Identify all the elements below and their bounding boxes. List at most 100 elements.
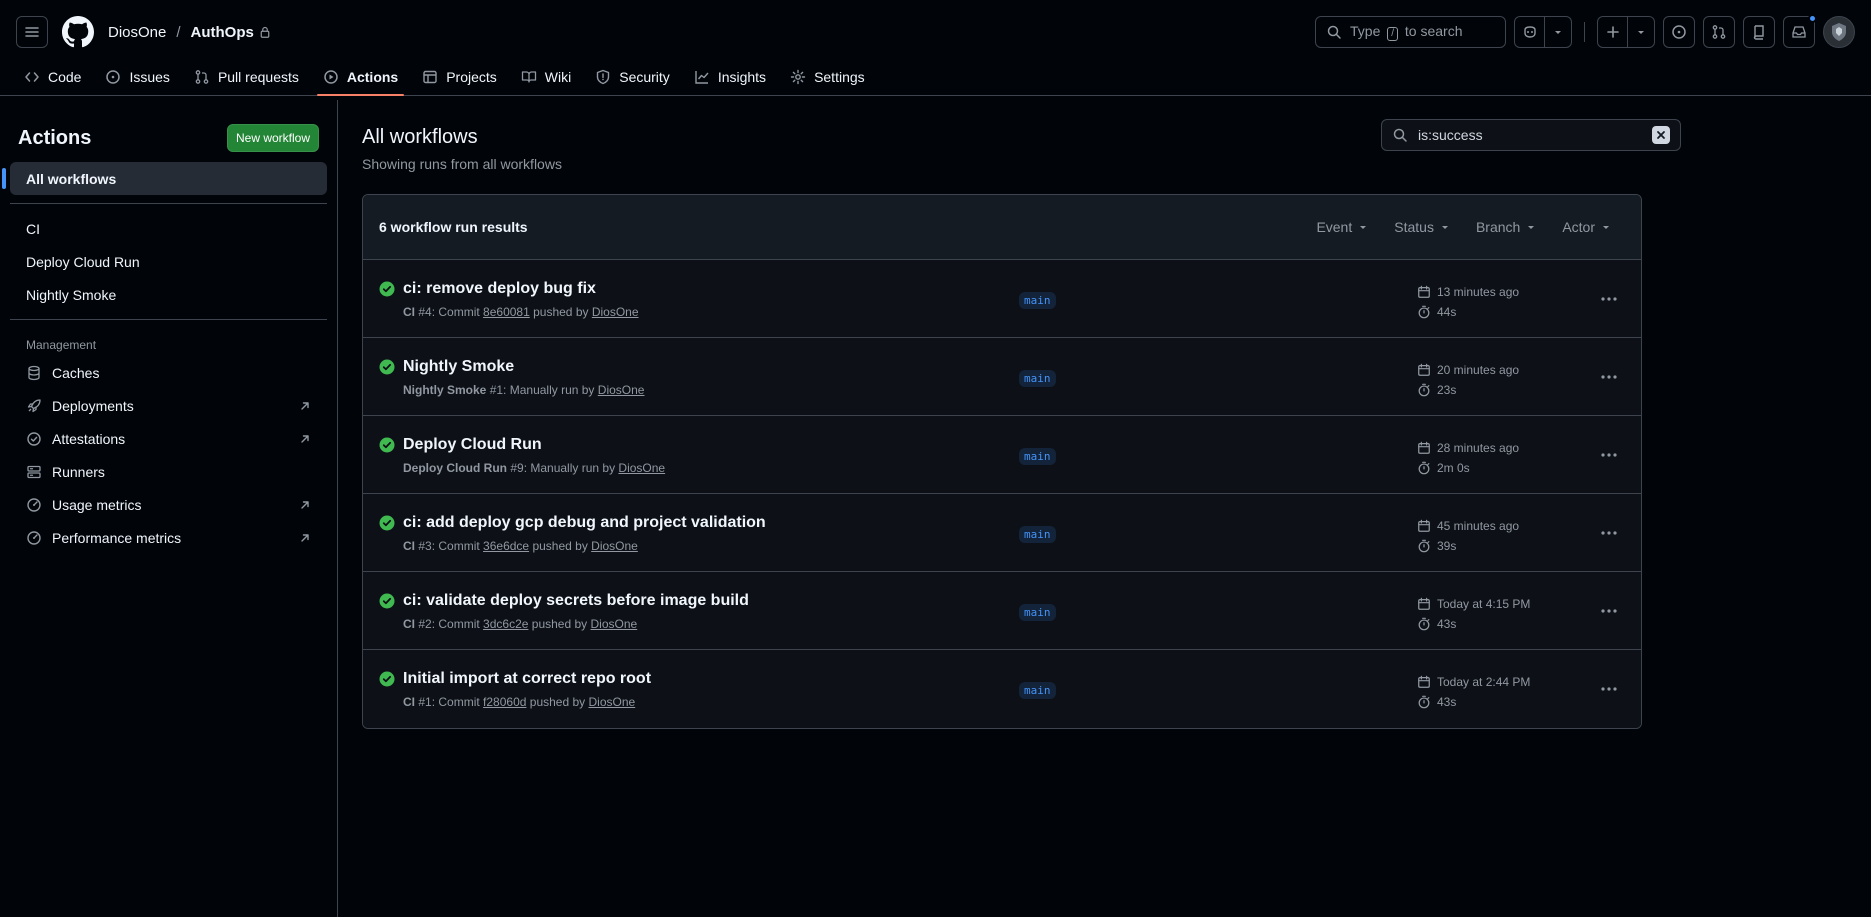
create-new-menu[interactable]	[1597, 16, 1655, 48]
actor-link[interactable]: DiosOne	[591, 617, 638, 631]
actor-link[interactable]: DiosOne	[589, 695, 636, 709]
tab-label: Insights	[717, 69, 767, 85]
inbox-button[interactable]	[1783, 14, 1817, 48]
sidebar-item-usage-metrics[interactable]: Usage metrics	[10, 488, 327, 521]
workflow-run-row[interactable]: Deploy Cloud Run Deploy Cloud Run #9: Man…	[363, 416, 1641, 494]
tab-security[interactable]: Security	[595, 59, 680, 95]
menu-button[interactable]	[16, 16, 48, 48]
breadcrumb: DiosOne / AuthOps	[108, 24, 271, 41]
play-icon	[323, 69, 339, 85]
sidebar-item-label: Deployments	[52, 397, 134, 414]
sidebar-item-deploy-cloud-run[interactable]: Deploy Cloud Run	[10, 245, 327, 278]
filter-actor-dropdown[interactable]: Actor	[1562, 219, 1611, 235]
filter-event-dropdown[interactable]: Event	[1316, 219, 1368, 235]
sidebar-item-label: Nightly Smoke	[26, 286, 117, 303]
filter-workflow-runs-input[interactable]: is:success	[1381, 119, 1681, 151]
run-title-link[interactable]: Nightly Smoke	[403, 358, 644, 376]
actor-link[interactable]: DiosOne	[618, 461, 665, 475]
sidebar-item-deployments[interactable]: Deployments	[10, 389, 327, 422]
branch-label[interactable]: main	[1019, 526, 1056, 543]
run-meta: CI #3: Commit 36e6dce pushed by DiosOne	[403, 539, 766, 553]
branch-label[interactable]: main	[1019, 604, 1056, 621]
create-new-dropdown[interactable]	[1628, 17, 1654, 47]
sidebar-item-attestations[interactable]: Attestations	[10, 422, 327, 455]
tab-issues[interactable]: Issues	[105, 59, 179, 95]
commit-sha-link[interactable]: 8e60081	[483, 305, 530, 319]
repositories-button[interactable]	[1743, 16, 1775, 48]
workflow-run-row[interactable]: ci: remove deploy bug fix CI #4: Commit 8…	[363, 260, 1641, 338]
sidebar-item-performance-metrics[interactable]: Performance metrics	[10, 521, 327, 554]
kebab-horizontal-icon	[1600, 608, 1618, 614]
copilot-dropdown[interactable]	[1545, 17, 1571, 47]
search-icon	[1326, 24, 1342, 40]
create-new-button[interactable]	[1598, 17, 1628, 47]
run-title-link[interactable]: ci: remove deploy bug fix	[403, 280, 639, 298]
run-actions-menu-button[interactable]	[1595, 366, 1623, 388]
tab-pull-requests[interactable]: Pull requests	[194, 59, 309, 95]
github-logo-icon[interactable]	[62, 16, 94, 48]
avatar[interactable]	[1823, 16, 1855, 48]
sidebar-item-ci[interactable]: CI	[10, 212, 327, 245]
success-check-icon	[379, 281, 395, 297]
sidebar-title: Actions	[18, 126, 92, 149]
tab-wiki[interactable]: Wiki	[521, 59, 581, 95]
owner-link[interactable]: DiosOne	[108, 24, 166, 41]
sidebar-item-nightly-smoke[interactable]: Nightly Smoke	[10, 278, 327, 311]
copilot-icon	[1522, 24, 1538, 40]
sidebar-item-runners[interactable]: Runners	[10, 455, 327, 488]
tab-settings[interactable]: Settings	[790, 59, 875, 95]
clear-filter-button[interactable]	[1652, 126, 1670, 144]
commit-sha-link[interactable]: 36e6dce	[483, 539, 529, 553]
copilot-button[interactable]	[1515, 17, 1545, 47]
global-header: DiosOne / AuthOps Type / to search	[0, 0, 1871, 64]
run-meta: Deploy Cloud Run #9: Manually run by Dio…	[403, 461, 665, 475]
actor-link[interactable]: DiosOne	[598, 383, 645, 397]
success-check-icon	[379, 359, 395, 375]
global-search[interactable]: Type / to search	[1315, 16, 1506, 48]
commit-sha-link[interactable]: 3dc6c2e	[483, 617, 528, 631]
branch-label[interactable]: main	[1019, 682, 1056, 699]
kebab-horizontal-icon	[1600, 452, 1618, 458]
repo-link[interactable]: AuthOps	[191, 24, 254, 41]
success-check-icon	[379, 671, 395, 687]
actor-link[interactable]: DiosOne	[591, 539, 638, 553]
run-title-link[interactable]: ci: validate deploy secrets before image…	[403, 592, 749, 610]
pull-requests-button[interactable]	[1703, 16, 1735, 48]
filter-status-dropdown[interactable]: Status	[1394, 219, 1450, 235]
issues-button[interactable]	[1663, 16, 1695, 48]
tab-projects[interactable]: Projects	[422, 59, 507, 95]
sidebar-item-all-workflows[interactable]: All workflows	[2, 162, 327, 195]
caret-down-icon	[1601, 222, 1611, 232]
run-title-link[interactable]: ci: add deploy gcp debug and project val…	[403, 514, 766, 532]
sidebar-item-caches[interactable]: Caches	[10, 356, 327, 389]
run-actions-menu-button[interactable]	[1595, 678, 1623, 700]
actor-link[interactable]: DiosOne	[592, 305, 639, 319]
run-actions-menu-button[interactable]	[1595, 288, 1623, 310]
workflow-run-row[interactable]: Initial import at correct repo root CI #1…	[363, 650, 1641, 728]
copilot-menu[interactable]	[1514, 16, 1572, 48]
server-icon	[26, 464, 42, 480]
run-actions-menu-button[interactable]	[1595, 522, 1623, 544]
gear-icon	[790, 69, 806, 85]
branch-label[interactable]: main	[1019, 448, 1056, 465]
run-workflow-name: CI	[403, 305, 415, 319]
tab-code[interactable]: Code	[24, 59, 91, 95]
workflow-run-row[interactable]: Nightly Smoke Nightly Smoke #1: Manually …	[363, 338, 1641, 416]
run-title-link[interactable]: Deploy Cloud Run	[403, 436, 665, 454]
workflow-run-row[interactable]: ci: add deploy gcp debug and project val…	[363, 494, 1641, 572]
calendar-icon	[1417, 675, 1431, 689]
run-title-link[interactable]: Initial import at correct repo root	[403, 670, 651, 688]
tab-actions[interactable]: Actions	[316, 59, 408, 96]
workflow-run-row[interactable]: ci: validate deploy secrets before image…	[363, 572, 1641, 650]
run-actions-menu-button[interactable]	[1595, 600, 1623, 622]
run-actions-menu-button[interactable]	[1595, 444, 1623, 466]
commit-sha-link[interactable]: f28060d	[483, 695, 526, 709]
tab-label: Settings	[814, 69, 865, 85]
filter-branch-dropdown[interactable]: Branch	[1476, 219, 1536, 235]
branch-label[interactable]: main	[1019, 292, 1056, 309]
new-workflow-button[interactable]: New workflow	[226, 124, 319, 152]
branch-label[interactable]: main	[1019, 370, 1056, 387]
tab-insights[interactable]: Insights	[694, 59, 776, 95]
filter-value: is:success	[1418, 127, 1483, 143]
sidebar-item-label: All workflows	[26, 170, 117, 187]
